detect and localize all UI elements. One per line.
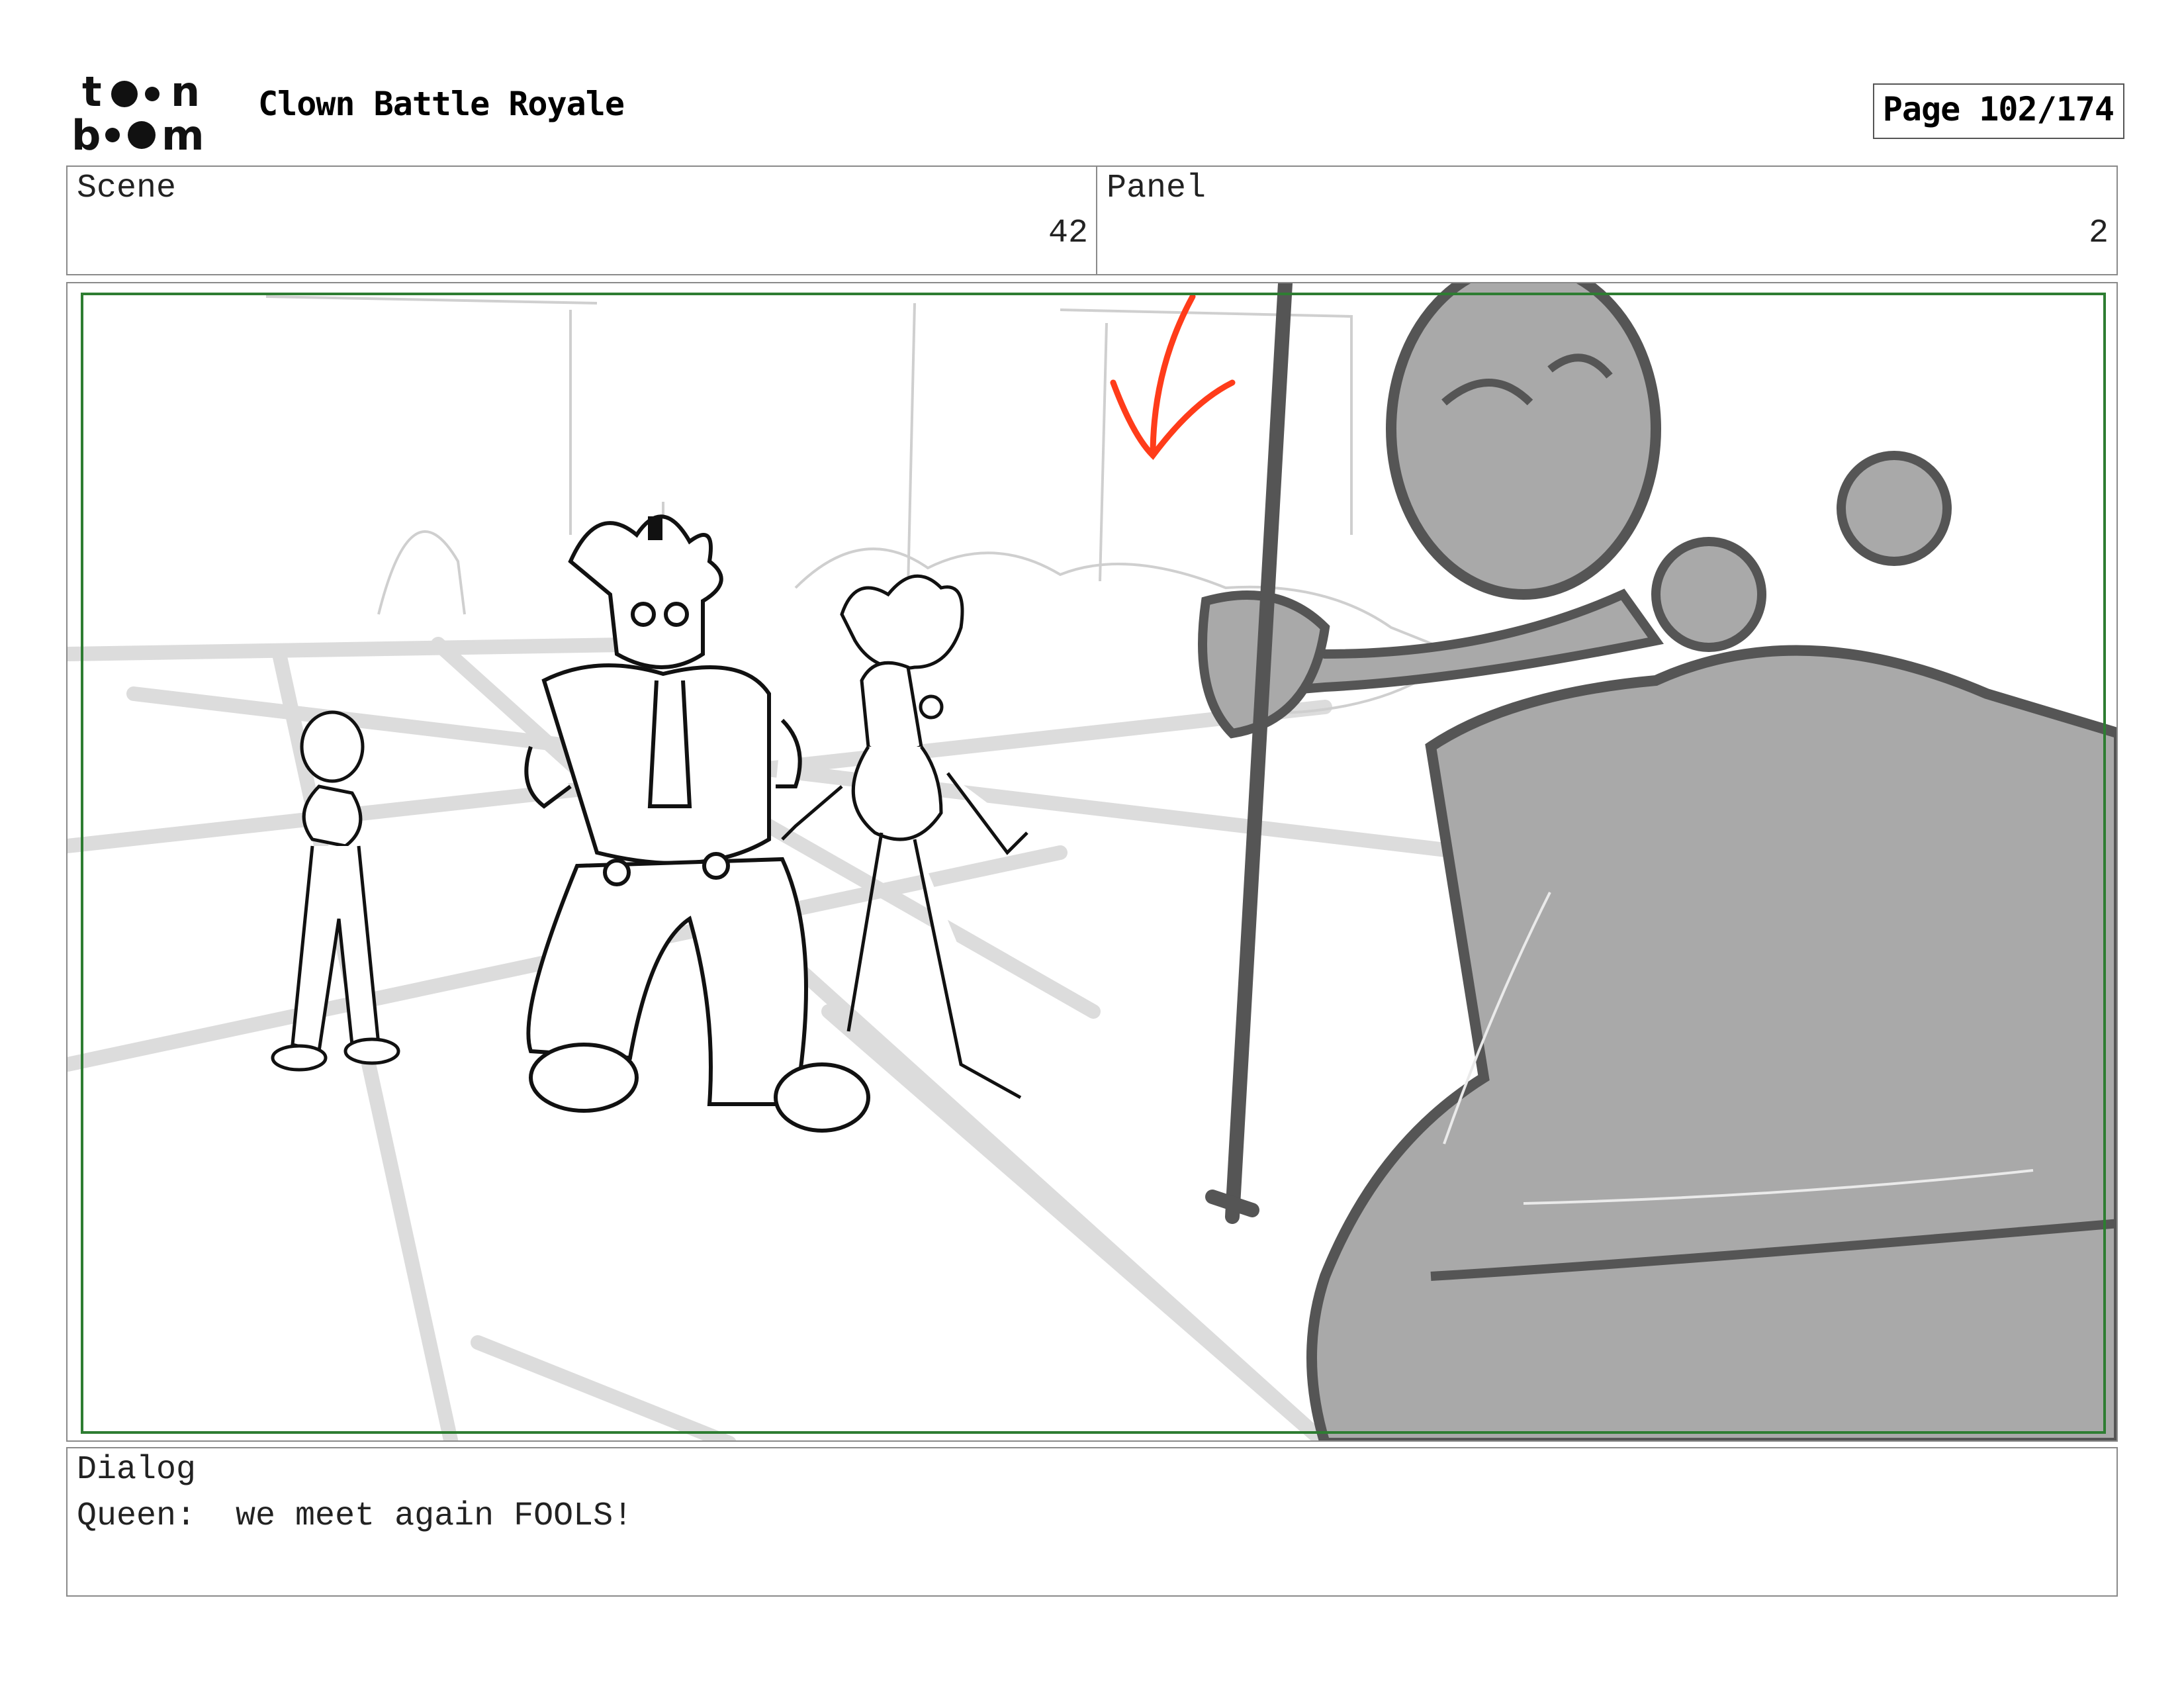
svg-text:n: n xyxy=(171,69,200,116)
dialog-cell: Dialog Queen: we meet again FOOLS! xyxy=(66,1447,2118,1597)
toon-boom-logo: t n b m xyxy=(71,68,230,160)
panel-sketch xyxy=(68,283,2116,1440)
svg-text:m: m xyxy=(161,111,205,155)
red-motion-arrow xyxy=(1110,293,1236,460)
svg-text:t: t xyxy=(82,69,102,116)
big-clown-figure xyxy=(524,514,870,1133)
panel-number: 2 xyxy=(2088,214,2109,252)
svg-text:b: b xyxy=(71,111,101,155)
storyboard-panel-image xyxy=(66,282,2118,1442)
queen-staff xyxy=(1205,283,1293,1224)
queen-figure xyxy=(1198,283,2116,1440)
project-title: Clown Battle Royale xyxy=(258,85,625,123)
panel-cell: Panel 2 xyxy=(1096,165,2118,275)
scene-number: 42 xyxy=(1048,214,1088,252)
page-indicator: Page 102/174 xyxy=(1873,83,2124,139)
toon-boom-logo-mark: t n b m xyxy=(71,68,205,160)
dialog-line: Queen: we meet again FOOLS! xyxy=(77,1497,633,1535)
jester-clown-figure xyxy=(781,574,1028,1100)
panel-label: Panel xyxy=(1107,169,1206,207)
dialog-label: Dialog xyxy=(77,1451,197,1489)
scene-cell: Scene 42 xyxy=(66,165,1097,275)
page-number: Page 102/174 xyxy=(1882,90,2115,128)
scene-label: Scene xyxy=(77,169,177,207)
